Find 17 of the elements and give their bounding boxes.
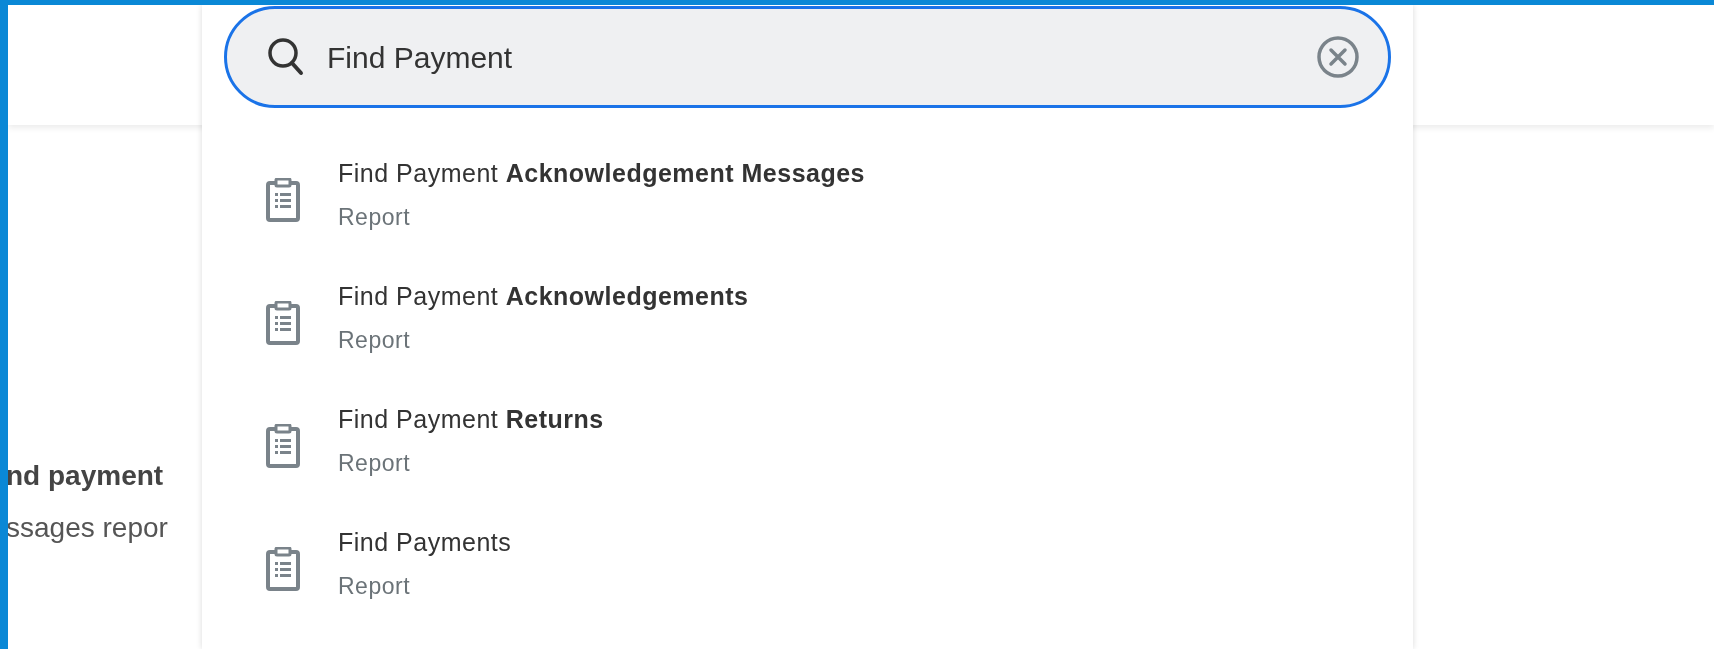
result-type: Report xyxy=(338,449,412,478)
clipboard-icon xyxy=(266,424,300,468)
result-title[interactable]: Find Payment Acknowledgements xyxy=(338,279,749,313)
search-input[interactable]: Find Payment xyxy=(327,34,1294,80)
clipboard-icon xyxy=(266,547,300,591)
clear-icon[interactable] xyxy=(1316,35,1360,79)
result-title[interactable]: Find Payments xyxy=(338,525,512,559)
result-title[interactable]: Find Payment Acknowledgement Messages xyxy=(338,156,866,190)
search-icon xyxy=(267,37,305,77)
clipboard-icon xyxy=(266,178,300,222)
result-title[interactable]: Find Payment Returns xyxy=(338,402,604,436)
result-type: Report xyxy=(338,203,412,232)
search-field[interactable]: Find Payment xyxy=(224,6,1391,108)
result-type: Report xyxy=(338,572,412,601)
description-text: nd payment xyxy=(8,460,164,491)
result-type: Report xyxy=(338,326,412,355)
clipboard-icon xyxy=(266,301,300,345)
